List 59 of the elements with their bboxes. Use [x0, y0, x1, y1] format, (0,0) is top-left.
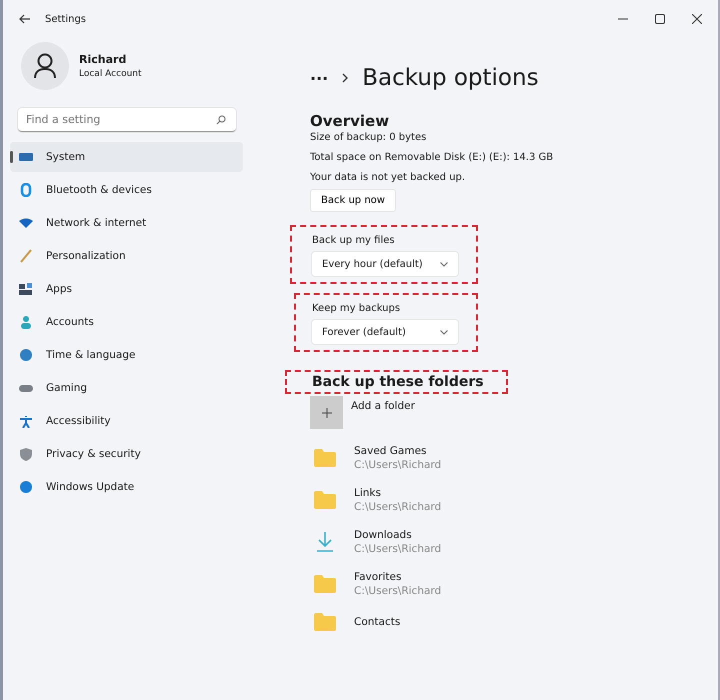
breadcrumb-ellipsis[interactable]: ··· — [310, 68, 328, 88]
apps-icon — [19, 282, 33, 296]
sidebar-item[interactable]: Bluetooth & devices — [10, 175, 243, 205]
folder-path: C:\Users\Richard — [354, 585, 442, 597]
back-arrow-icon[interactable] — [19, 14, 31, 24]
folder-path: C:\Users\Richard — [354, 459, 442, 471]
sidebar-item[interactable]: System — [10, 142, 243, 172]
info-text: Total space on Removable Disk (E:) (E:): 14.3 GB — [310, 152, 554, 163]
shield-icon — [19, 447, 33, 461]
sidebar-item[interactable]: Time & language — [10, 340, 243, 370]
accessibility-icon — [19, 414, 33, 428]
sidebar-item[interactable]: Gaming — [10, 373, 243, 403]
window-title: Settings — [45, 14, 86, 24]
setting-label: Back up my files — [312, 235, 395, 246]
plus-icon — [322, 408, 332, 418]
info-text: Size of backup: 0 bytes — [310, 132, 426, 143]
person-icon — [19, 315, 33, 329]
folder-icon — [314, 491, 336, 509]
bluetooth-icon — [19, 183, 33, 197]
setting-label: Keep my backups — [312, 303, 400, 314]
avatar — [21, 42, 69, 90]
account-type: Local Account — [79, 69, 142, 79]
sidebar-item[interactable]: Accounts — [10, 307, 243, 337]
page-title: Backup options — [362, 65, 539, 91]
maximize-icon[interactable] — [655, 14, 665, 24]
download-icon — [314, 532, 336, 552]
folder-icon — [314, 575, 336, 593]
chevron-down-icon — [440, 330, 448, 334]
folder-path: C:\Users\Richard — [354, 501, 442, 513]
sidebar-item[interactable]: Windows Update — [10, 472, 243, 502]
section-heading: Overview — [310, 112, 390, 130]
dropdown[interactable]: Forever (default) — [312, 320, 458, 344]
folder-name: Downloads — [354, 529, 413, 541]
brush-icon — [19, 249, 33, 263]
search-icon — [216, 115, 226, 125]
sidebar-item[interactable]: Accessibility — [10, 406, 243, 436]
section-heading: Back up these folders — [285, 370, 508, 394]
back-up-now-button[interactable]: Back up now — [310, 189, 396, 212]
chevron-icon — [342, 73, 348, 83]
wifi-icon — [19, 216, 33, 230]
chevron-down-icon — [440, 262, 448, 266]
folder-name: Favorites — [354, 571, 402, 583]
folder-name: Contacts — [354, 616, 400, 628]
folder-path: C:\Users\Richard — [354, 543, 442, 555]
sidebar-item[interactable]: Apps — [10, 274, 243, 304]
search-field[interactable]: Find a setting — [18, 108, 236, 132]
sidebar-item[interactable]: Privacy & security — [10, 439, 243, 469]
folder-name: Links — [354, 487, 382, 499]
monitor-icon — [19, 150, 33, 164]
sidebar-item[interactable]: Network & internet — [10, 208, 243, 238]
info-text: Your data is not yet backed up. — [310, 172, 466, 183]
dropdown[interactable]: Every hour (default) — [312, 252, 458, 276]
folder-icon — [314, 613, 336, 631]
folder-name: Saved Games — [354, 445, 428, 457]
user-name: Richard — [79, 53, 128, 66]
close-icon[interactable] — [692, 14, 702, 24]
sidebar-item[interactable]: Personalization — [10, 241, 243, 271]
add-folder-label: Add a folder — [351, 400, 415, 412]
folder-icon — [314, 449, 336, 467]
